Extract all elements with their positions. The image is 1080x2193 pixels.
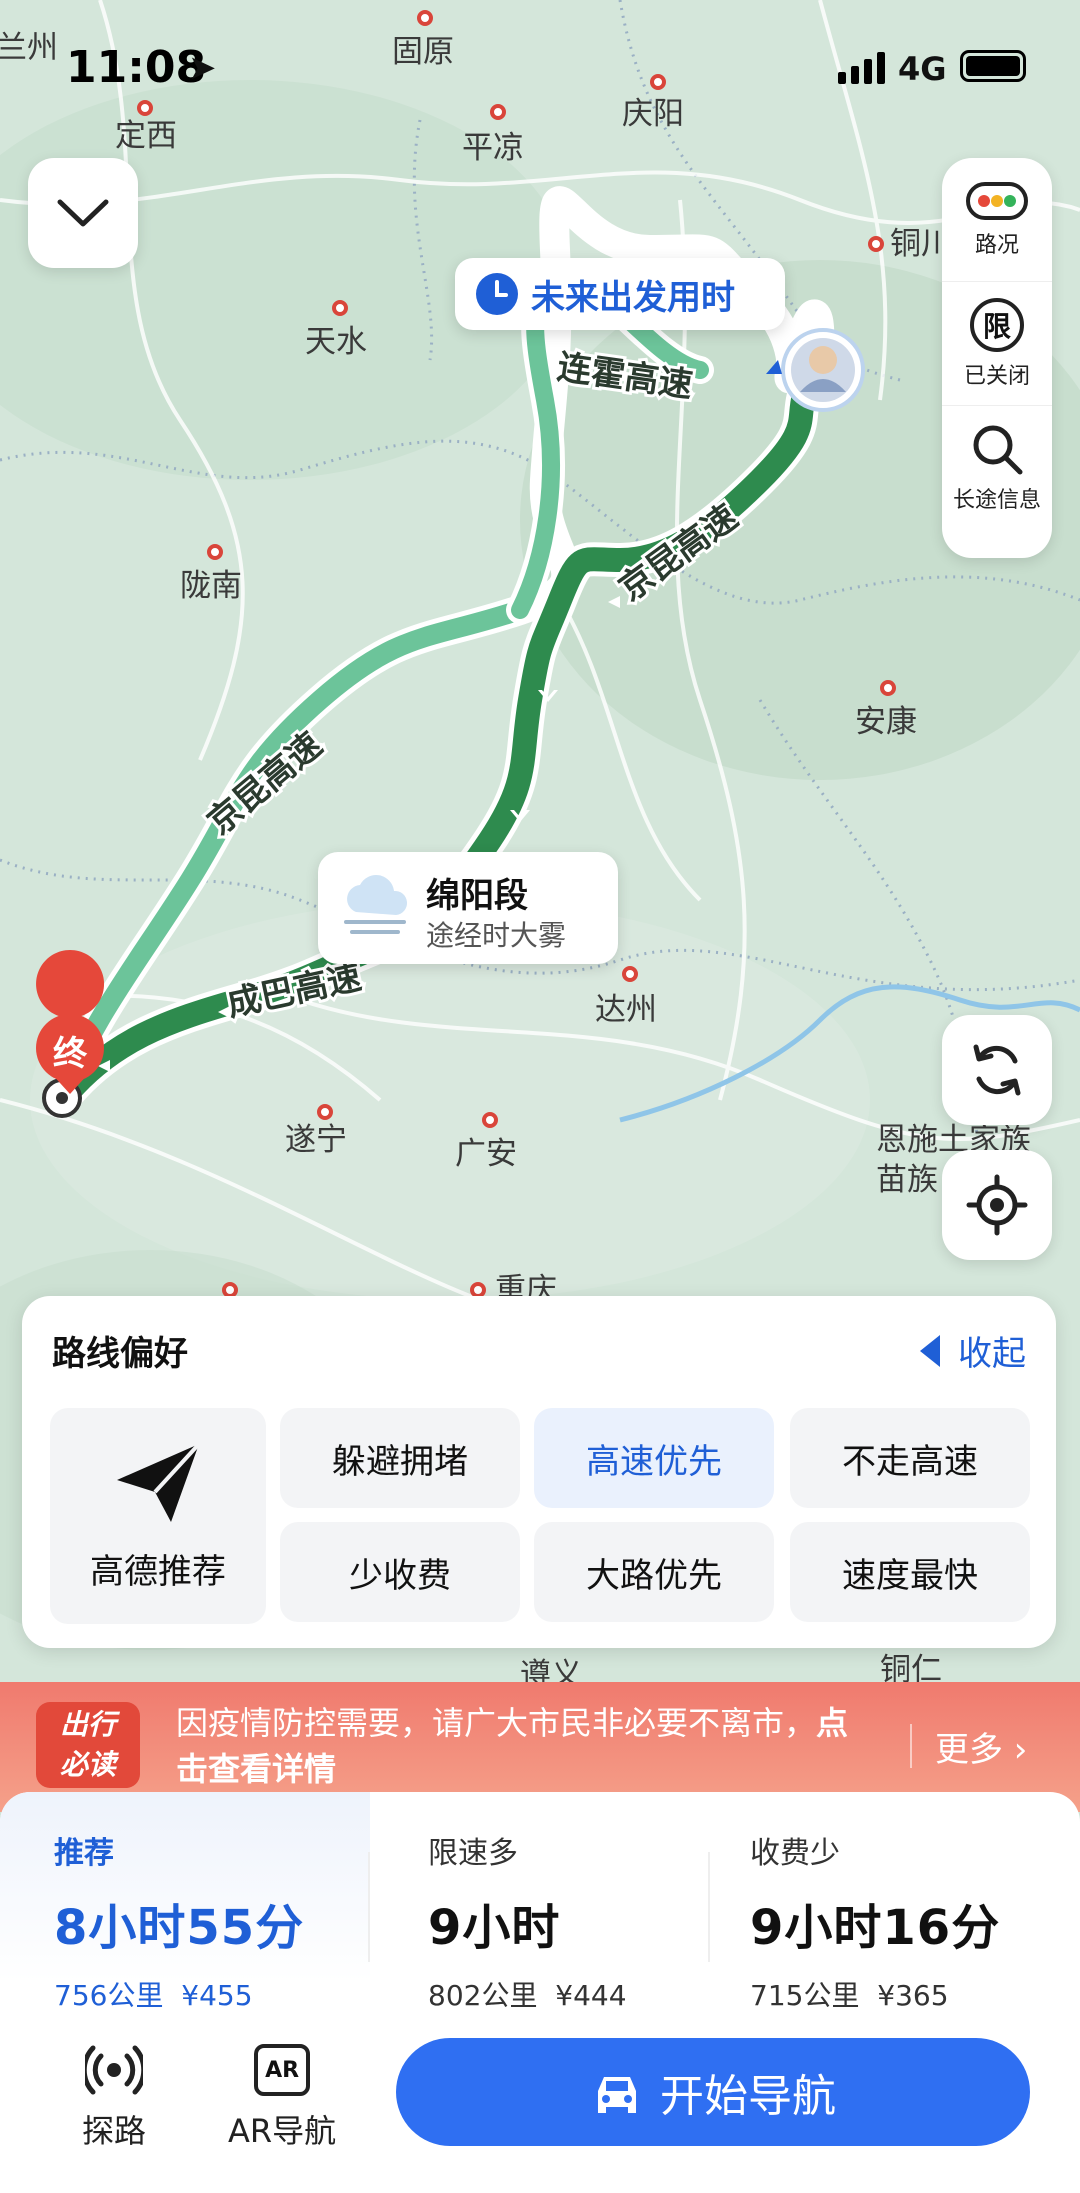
city-label: 平凉 [462,130,524,165]
route-meta: 802公里 ¥444 [428,1974,758,2014]
traffic-toggle[interactable]: 路况 [942,158,1052,282]
status-bar: 11:08 ➤ 4G [0,0,1080,130]
divider [910,1724,912,1768]
battery-icon [960,50,1026,82]
notice-badge: 出行 必读 [36,1702,140,1788]
route-meta: 715公里 ¥365 [750,1974,1080,2014]
pref-recommended[interactable]: 高德推荐 [50,1408,266,1624]
restriction-icon: 限 [970,297,1024,352]
pref-option-label: 少收费 [349,1555,451,1596]
notice-badge-line: 必读 [59,1748,116,1781]
collapse-preference-label: 收起 [958,1334,1026,1374]
city-label: 达州 [595,992,657,1027]
ar-navigation-button[interactable]: AR AR导航 [228,2044,336,2152]
restriction-label: 已关闭 [963,363,1030,389]
destination-marker-label: 终 [53,1035,87,1073]
restriction-glyph: 限 [982,309,1011,343]
long-trip-info[interactable]: 长途信息 [942,406,1052,530]
route-meta: 756公里 ¥455 [54,1974,384,2014]
city-label: 遂宁 [285,1122,347,1157]
future-departure-bubble[interactable]: 未来出发用时 [455,258,785,330]
start-navigation-label: 开始导航 [660,2071,836,2122]
locate-icon [966,1174,1028,1236]
pref-recommended-label: 高德推荐 [90,1551,226,1592]
explore-road-button[interactable]: 探路 [82,2044,146,2152]
clock-icon [476,273,518,315]
refresh-route-button[interactable] [942,1015,1052,1125]
restriction-toggle[interactable]: 限 已关闭 [942,282,1052,406]
route-distance: 756公里 [54,1979,164,2012]
fog-cloud-icon [344,875,408,934]
pref-avoid-congestion[interactable]: 躲避拥堵 [280,1408,520,1508]
notice-badge-line: 出行 [59,1708,116,1741]
weather-condition: 途经时大雾 [426,919,567,952]
map-controls: 路况 限 已关闭 长途信息 [942,158,1052,558]
collapse-button[interactable] [28,158,138,268]
refresh-icon [973,1044,1021,1096]
long-trip-label: 长途信息 [952,488,1041,513]
status-time: 11:08 [66,42,207,93]
city-label: 陇南 [180,568,242,603]
explore-road-label: 探路 [82,2112,147,2150]
route-duration: 8小时55分 [54,1900,305,1956]
pref-highway-first[interactable]: 高速优先 [534,1408,774,1508]
pref-no-highway[interactable]: 不走高速 [790,1408,1030,1508]
pref-main-road[interactable]: 大路优先 [534,1522,774,1622]
paper-plane-icon [117,1442,201,1522]
traffic-label: 路况 [974,232,1019,258]
pref-option-label: 躲避拥堵 [332,1441,468,1482]
location-arrow-icon: ➤ [188,48,217,88]
notice-more-link[interactable]: 更多 › [935,1722,1027,1771]
start-navigation-button[interactable]: 开始导航 [396,2038,1030,2146]
ar-glyph: AR [265,2057,300,2083]
signal-bars-icon [838,52,888,84]
pref-option-label: 大路优先 [586,1555,722,1596]
triangle-left-icon [920,1334,940,1367]
route-summary-sheet: 推荐 8小时55分 756公里 ¥455 限速多 9小时 802公里 ¥444 … [0,1792,1080,2193]
divider [368,1852,370,1962]
weather-segment: 绵阳段 [426,876,528,916]
pref-option-label: 速度最快 [842,1555,978,1596]
route-cost: ¥365 [877,1979,949,2012]
network-label: 4G [898,50,947,88]
route-preference-panel: 路线偏好 收起 高德推荐 躲避拥堵 高速优先 不走高速 少收费 大路优先 速度最… [22,1296,1056,1648]
ar-icon: AR [254,2044,311,2096]
route-preference-title: 路线偏好 [52,1334,188,1374]
pref-option-label: 不走高速 [842,1441,978,1482]
divider [708,1852,710,1962]
route-cost: ¥444 [555,1979,627,2012]
city-label: 苗族 [876,1162,938,1197]
route-distance: 802公里 [428,1979,538,2012]
locate-me-button[interactable] [942,1150,1052,1260]
pref-less-toll[interactable]: 少收费 [280,1522,520,1622]
ar-navigation-label: AR导航 [228,2112,337,2150]
route-tag: 推荐 [54,1836,114,1871]
city-label: 广安 [455,1136,517,1171]
search-icon [973,425,1023,475]
notice-text: 因疫情防控需要，请广大市民非必要不离市，点击查看详情 [176,1700,876,1792]
notice-text-plain: 因疫情防控需要，请广大市民非必要不离市， [176,1704,817,1742]
weather-bubble[interactable]: 绵阳段 途经时大雾 [318,852,618,964]
explore-road-icon [85,2045,143,2095]
collapse-preference-button[interactable]: 收起 [920,1326,1026,1375]
chevron-down-icon [57,199,109,227]
route-cost: ¥455 [181,1979,253,2012]
route-option-recommended[interactable]: 推荐 8小时55分 756公里 ¥455 [54,1828,384,2014]
pref-option-label: 高速优先 [586,1441,722,1482]
traffic-light-icon [966,181,1028,220]
route-duration: 9小时16分 [750,1900,1001,1956]
car-icon [598,2077,636,2113]
city-label: 天水 [305,324,367,359]
route-tag: 收费少 [750,1836,840,1871]
route-distance: 715公里 [750,1979,860,2012]
route-option-less-toll[interactable]: 收费少 9小时16分 715公里 ¥365 [750,1828,1080,2014]
city-label: 安康 [855,704,917,739]
pref-fastest[interactable]: 速度最快 [790,1522,1030,1622]
future-departure-text: 未来出发用时 [531,277,735,318]
